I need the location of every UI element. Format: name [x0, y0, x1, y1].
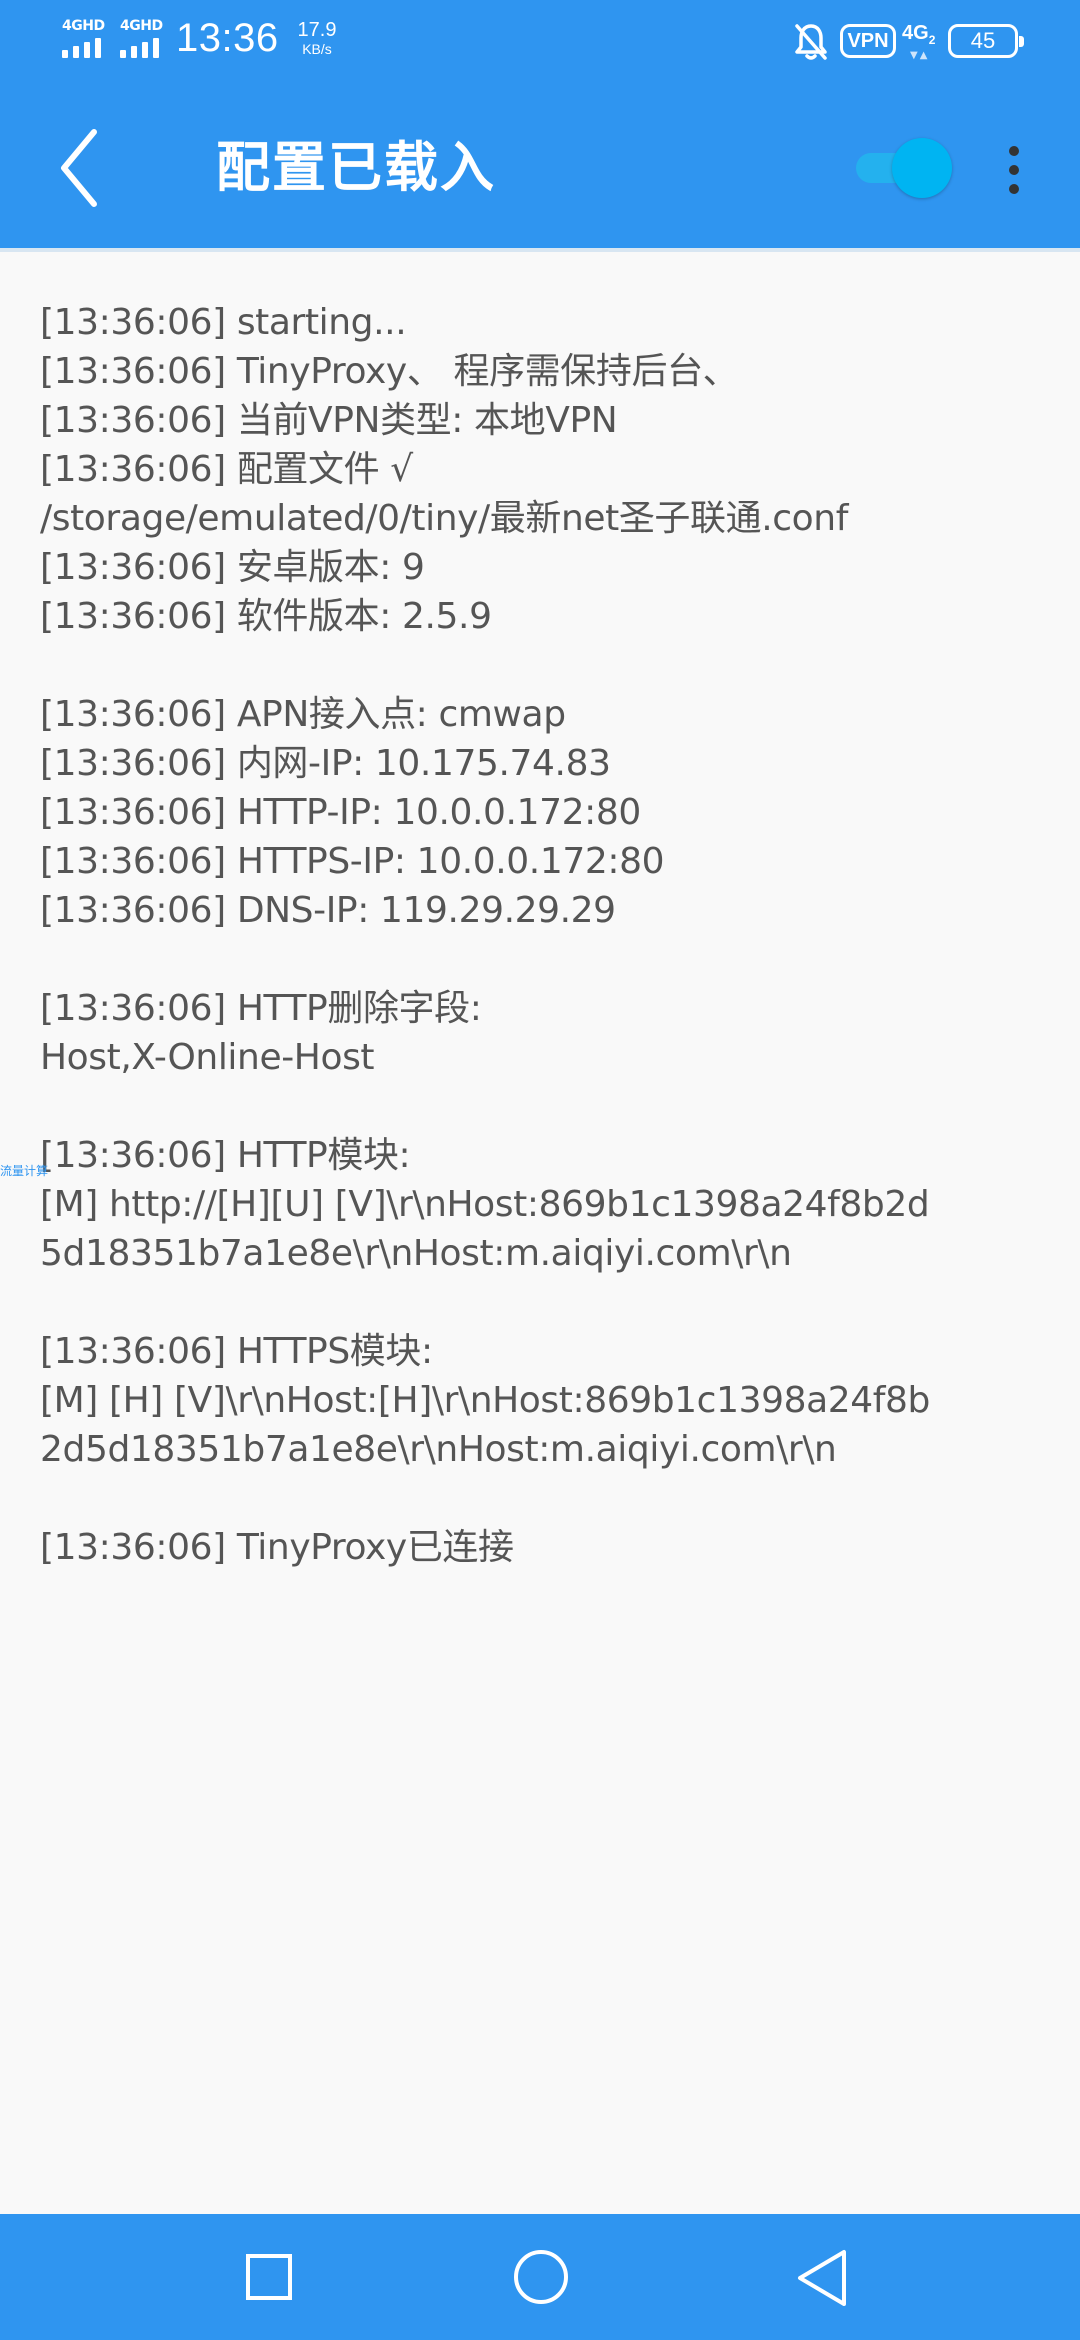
status-bar: 4GHD 4GHD 13:36 17.9 KB/s VPN 4G2 ▼▲ 45: [0, 0, 1080, 84]
battery-icon: 45: [948, 24, 1024, 58]
log-line: [13:36:06] 安卓版本: 9: [40, 547, 425, 588]
log-line: [M] [H] [V]\r\nHost:[H]\r\nHost:869b1c13…: [40, 1380, 930, 1421]
network-label-sim1: 4GHD: [62, 18, 105, 34]
log-line: Host,X-Online-Host: [40, 1037, 375, 1078]
mobile-data-icon: 4G2 ▼▲: [902, 20, 942, 64]
status-time: 13:36: [176, 16, 279, 60]
toggle-thumb: [892, 138, 952, 198]
log-line: [13:36:06] DNS-IP: 119.29.29.29: [40, 890, 616, 931]
network-speed: 17.9 KB/s: [292, 20, 342, 56]
app-bar: 配置已载入: [0, 84, 1080, 252]
network-type-label: 4G2: [902, 22, 936, 47]
log-line: [13:36:06] starting...: [40, 302, 407, 343]
log-line: [M] http://[H][U] [V]\r\nHost:869b1c1398…: [40, 1184, 930, 1225]
log-line: [13:36:06] HTTP删除字段:: [40, 988, 482, 1029]
log-line: /storage/emulated/0/tiny/最新net圣子联通.conf: [40, 498, 848, 539]
signal-strength-icon-sim1: 4GHD: [60, 18, 118, 60]
log-line: 2d5d18351b7a1e8e\r\nHost:m.aiqiyi.com\r\…: [40, 1429, 837, 1470]
log-line: [13:36:06] HTTP-IP: 10.0.0.172:80: [40, 792, 641, 833]
log-blank-line: [40, 1082, 1050, 1131]
network-type-sub: 2: [928, 33, 936, 47]
log-line: [13:36:06] TinyProxy、 程序需保持后台、: [40, 351, 739, 392]
log-output[interactable]: [13:36:06] starting... [13:36:06] TinyPro…: [40, 298, 1050, 2198]
signal-strength-icon-sim2: 4GHD: [118, 18, 176, 60]
log-line: [13:36:06] HTTPS模块:: [40, 1331, 433, 1372]
log-blank-line: [40, 641, 1050, 690]
vpn-toggle-switch[interactable]: [852, 138, 956, 198]
log-blank-line: [40, 935, 1050, 984]
vpn-badge: VPN: [840, 24, 896, 58]
navigation-bar: [0, 2214, 1080, 2340]
log-line: [13:36:06] 软件版本: 2.5.9: [40, 596, 492, 637]
log-line: [13:36:06] TinyProxy已连接: [40, 1527, 514, 1568]
bell-off-icon: [795, 24, 827, 60]
floating-traffic-tag[interactable]: 流量计算: [0, 1162, 48, 1179]
network-speed-value: 17.9: [297, 19, 337, 41]
log-blank-line: [40, 1474, 1050, 1523]
page-title: 配置已载入: [216, 136, 496, 199]
chevron-left-icon[interactable]: [40, 120, 120, 216]
log-line: [13:36:06] 内网-IP: 10.175.74.83: [40, 743, 611, 784]
triangle-back-icon[interactable]: [794, 2248, 850, 2308]
log-blank-line: [40, 1278, 1050, 1327]
log-line: 5d18351b7a1e8e\r\nHost:m.aiqiyi.com\r\n: [40, 1233, 792, 1274]
circle-icon[interactable]: [514, 2250, 568, 2304]
more-vertical-icon[interactable]: [998, 138, 1030, 202]
log-line: [13:36:06] 当前VPN类型: 本地VPN: [40, 400, 618, 441]
app-bar-divider: [0, 248, 1080, 252]
log-line: [13:36:06] 配置文件 √: [40, 449, 413, 490]
log-line: [13:36:06] HTTPS-IP: 10.0.0.172:80: [40, 841, 665, 882]
log-line: [13:36:06] HTTP模块:: [40, 1135, 411, 1176]
network-speed-unit: KB/s: [302, 41, 332, 57]
network-label-sim2: 4GHD: [120, 18, 163, 34]
square-icon[interactable]: [246, 2254, 292, 2300]
log-line: [13:36:06] APN接入点: cmwap: [40, 694, 566, 735]
data-activity-arrows-icon: ▼▲: [910, 50, 930, 61]
